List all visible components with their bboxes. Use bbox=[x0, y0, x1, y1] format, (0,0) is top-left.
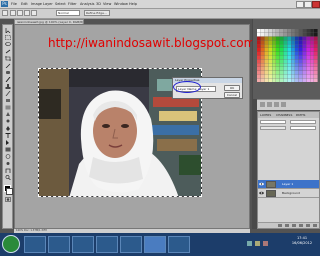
new-selection-icon[interactable] bbox=[10, 10, 16, 16]
blur-tool-icon[interactable] bbox=[5, 112, 11, 117]
3d-rotate-icon[interactable] bbox=[5, 154, 11, 159]
close-button[interactable] bbox=[312, 1, 320, 8]
menu-select[interactable]: Select bbox=[55, 0, 66, 8]
cancel-button[interactable]: Cancel bbox=[224, 92, 240, 98]
menu-3d[interactable]: 3D bbox=[96, 0, 101, 8]
taskbar-app-photoshop[interactable] bbox=[144, 236, 166, 253]
brush-tool-icon[interactable] bbox=[5, 76, 11, 83]
layer-name: Background bbox=[282, 191, 300, 195]
opacity-field[interactable] bbox=[290, 120, 316, 124]
menu-edit[interactable]: Edit bbox=[21, 0, 28, 8]
taskbar-app-paint[interactable] bbox=[168, 236, 190, 253]
add-selection-icon[interactable] bbox=[17, 10, 23, 16]
visibility-eye-icon[interactable] bbox=[259, 182, 264, 186]
taskbar-app-browser[interactable] bbox=[48, 236, 70, 253]
trash-icon[interactable] bbox=[313, 224, 317, 227]
start-button[interactable] bbox=[2, 235, 20, 253]
lasso-icon[interactable] bbox=[5, 42, 11, 47]
adjustments-panel bbox=[257, 99, 320, 110]
swatches-panel bbox=[253, 19, 320, 99]
photoshop-logo: Ps bbox=[1, 1, 8, 7]
blend-mode-select[interactable] bbox=[260, 120, 286, 124]
background-color-swatch[interactable] bbox=[6, 188, 13, 195]
minimize-button[interactable] bbox=[296, 1, 304, 8]
tab-channels[interactable]: CHANNELS bbox=[276, 112, 292, 118]
type-tool-icon[interactable] bbox=[5, 133, 11, 138]
ok-button[interactable]: OK bbox=[224, 85, 240, 91]
fill-field[interactable] bbox=[290, 126, 316, 130]
exposure-icon[interactable] bbox=[281, 102, 286, 107]
history-brush-icon[interactable] bbox=[5, 90, 11, 97]
lock-controls[interactable] bbox=[260, 126, 286, 130]
menu-file[interactable]: File bbox=[11, 0, 17, 8]
subtract-selection-icon[interactable] bbox=[24, 10, 30, 16]
refine-edge-button[interactable]: Refine Edge... bbox=[84, 10, 110, 16]
tab-layers[interactable]: LAYERS bbox=[260, 112, 271, 118]
eyedropper-icon[interactable] bbox=[5, 63, 11, 69]
menu-filter[interactable]: Filter bbox=[68, 0, 77, 8]
gradient-icon[interactable] bbox=[5, 105, 11, 110]
visibility-eye-icon[interactable] bbox=[259, 191, 264, 195]
brightness-icon[interactable] bbox=[260, 102, 265, 107]
layers-panel: LAYERS CHANNELS PATHS Layer 1 Background bbox=[257, 111, 320, 229]
dodge-tool-icon[interactable] bbox=[5, 119, 11, 124]
pen-tool-icon[interactable] bbox=[5, 126, 11, 131]
layer-row[interactable]: Background bbox=[258, 189, 319, 198]
new-layer-icon[interactable] bbox=[306, 224, 310, 227]
3d-orbit-icon[interactable] bbox=[5, 161, 11, 166]
taskbar-app-explorer[interactable] bbox=[24, 236, 46, 253]
layer-thumbnail bbox=[266, 181, 276, 188]
clone-stamp-icon[interactable] bbox=[5, 84, 11, 89]
folder-icon[interactable] bbox=[299, 224, 303, 227]
menu-bar: Ps File Edit Image Layer Select Filter A… bbox=[0, 0, 320, 9]
lasso-tool-icon[interactable] bbox=[2, 10, 8, 16]
hand-tool-icon[interactable] bbox=[5, 168, 11, 173]
menu-help[interactable]: Help bbox=[129, 0, 137, 8]
tray-battery-icon[interactable] bbox=[263, 241, 268, 246]
tray-network-icon[interactable] bbox=[247, 241, 252, 246]
watermark-url: http://iwanindosawit.blogspot.com bbox=[48, 36, 256, 50]
quick-mask-icon[interactable] bbox=[5, 197, 11, 202]
clock-date: 16/06/2012 bbox=[291, 241, 313, 245]
layer-thumbnail bbox=[266, 190, 276, 197]
menu-view[interactable]: View bbox=[103, 0, 111, 8]
layer-name: Layer 1 bbox=[282, 182, 294, 186]
menu-window[interactable]: Window bbox=[114, 0, 128, 8]
menu-analysis[interactable]: Analysis bbox=[80, 0, 94, 8]
menu-layer[interactable]: Layer bbox=[43, 0, 53, 8]
intersect-selection-icon[interactable] bbox=[31, 10, 37, 16]
move-tool-icon[interactable] bbox=[5, 28, 11, 34]
maximize-button[interactable] bbox=[304, 1, 312, 8]
shape-tool-icon[interactable] bbox=[5, 147, 11, 152]
taskbar-app-chrome[interactable] bbox=[120, 236, 142, 253]
taskbar-app-media[interactable] bbox=[72, 236, 94, 253]
system-tray bbox=[245, 240, 283, 248]
taskbar-app-folder[interactable] bbox=[96, 236, 118, 253]
highlight-circle bbox=[173, 81, 201, 93]
layer-row[interactable]: Layer 1 bbox=[258, 180, 319, 189]
tab-paths[interactable]: PATHS bbox=[296, 112, 305, 118]
zoom-tool-icon[interactable] bbox=[5, 175, 11, 181]
mask-icon[interactable] bbox=[292, 224, 296, 227]
curves-icon[interactable] bbox=[274, 102, 279, 107]
fx-icon[interactable] bbox=[285, 224, 289, 227]
taskbar-clock[interactable]: 17:41 16/06/2012 bbox=[286, 236, 318, 246]
crop-tool-icon[interactable] bbox=[5, 56, 11, 61]
levels-icon[interactable] bbox=[267, 102, 272, 107]
style-select[interactable]: Normal bbox=[56, 10, 80, 16]
options-bar bbox=[0, 9, 320, 19]
layers-footer bbox=[258, 222, 319, 228]
link-layers-icon[interactable] bbox=[278, 224, 282, 227]
path-select-icon[interactable] bbox=[5, 140, 11, 145]
marquee-tool-icon[interactable] bbox=[5, 35, 11, 40]
tray-volume-icon[interactable] bbox=[255, 241, 260, 246]
quick-select-icon[interactable] bbox=[5, 49, 11, 54]
toolbox bbox=[2, 24, 13, 229]
eraser-icon[interactable] bbox=[5, 98, 11, 103]
menu-image[interactable]: Image bbox=[31, 0, 42, 8]
swatch-grid[interactable] bbox=[253, 19, 320, 99]
healing-brush-icon[interactable] bbox=[5, 70, 11, 75]
